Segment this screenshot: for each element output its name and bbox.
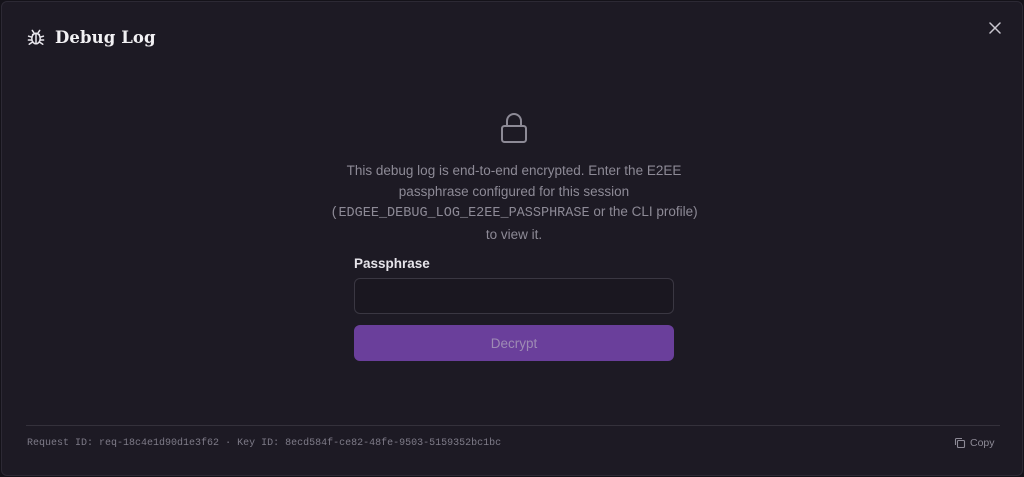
key-id-label: Key ID:	[237, 438, 280, 449]
message-line-1: This debug log is end-to-end encrypted. …	[346, 163, 682, 178]
debug-log-modal: Debug Log This debug log is end-to-end e…	[1, 1, 1023, 476]
lock-icon	[498, 111, 530, 145]
encryption-message: This debug log is end-to-end encrypted. …	[314, 161, 714, 245]
copy-label[interactable]: Copy	[970, 437, 995, 449]
key-id-value: 8ecd584f-ce82-48fe-9503-5159352bc1bc	[285, 438, 502, 449]
message-line-3: (EDGEE_DEBUG_LOG_E2EE_PASSPHRASE or the …	[314, 202, 714, 225]
copy-button[interactable]: Copy	[954, 437, 995, 449]
footer-divider	[26, 425, 1000, 426]
message-line-3-rest: or the CLI profile)	[589, 204, 698, 219]
copy-icon[interactable]	[954, 437, 966, 449]
footer-ids: Request ID: req-18c4e1d90d1e3f62 · Key I…	[27, 438, 501, 449]
passphrase-input[interactable]	[354, 278, 674, 314]
page-title: Debug Log	[55, 27, 156, 47]
request-id-value: req-18c4e1d90d1e3f62	[99, 438, 220, 449]
passphrase-label: Passphrase	[354, 256, 430, 271]
decrypt-button[interactable]: Decrypt	[354, 325, 674, 361]
message-line-4: to view it.	[485, 226, 543, 242]
close-button[interactable]	[984, 17, 1006, 39]
footer-separator: ·	[225, 438, 232, 449]
env-var-name: (EDGEE_DEBUG_LOG_E2EE_PASSPHRASE	[330, 206, 590, 221]
message-line-2: passphrase configured for this session	[398, 183, 630, 199]
modal-header: Debug Log	[26, 24, 156, 50]
request-id-label: Request ID:	[27, 438, 94, 449]
close-icon[interactable]	[989, 22, 1001, 34]
bug-icon	[26, 27, 46, 47]
